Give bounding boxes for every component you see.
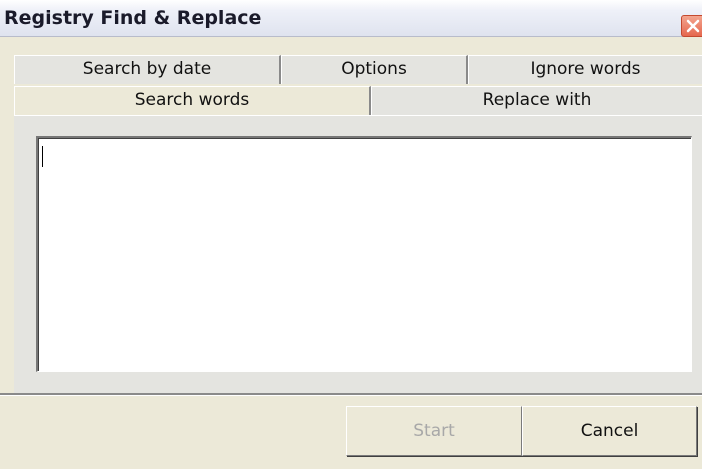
tab-ignore-words[interactable]: Ignore words — [468, 55, 702, 84]
tab-row-front: Search words Replace with — [14, 86, 702, 115]
tab-replace-with[interactable]: Replace with — [371, 86, 702, 115]
tab-options[interactable]: Options — [281, 55, 468, 84]
tab-row-back: Search by date Options Ignore words — [14, 55, 702, 84]
cancel-button[interactable]: Cancel — [522, 406, 697, 456]
start-button[interactable]: Start — [346, 406, 522, 456]
text-caret — [42, 146, 43, 167]
tab-search-words[interactable]: Search words — [14, 86, 371, 115]
tab-panel-search-words — [14, 115, 702, 406]
close-button[interactable] — [681, 15, 702, 37]
title-bar[interactable]: Registry Find & Replace — [0, 0, 702, 37]
tab-search-by-date[interactable]: Search by date — [14, 55, 281, 84]
registry-find-replace-window: Registry Find & Replace Search by date O… — [0, 0, 702, 469]
close-icon — [686, 19, 700, 33]
window-title: Registry Find & Replace — [4, 7, 262, 29]
footer: Start Cancel — [0, 396, 702, 469]
search-words-textarea[interactable] — [36, 136, 692, 372]
